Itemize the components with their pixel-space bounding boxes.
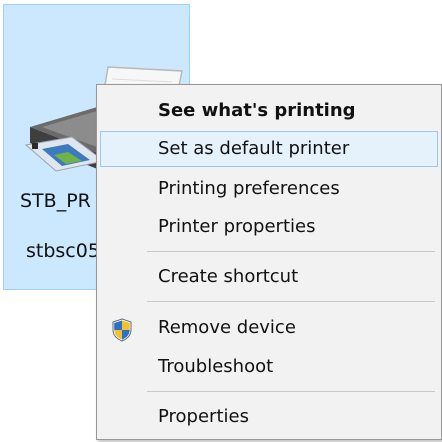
- context-menu: See what's printing Set as default print…: [96, 84, 442, 440]
- menu-item-see-whats-printing[interactable]: See what's printing: [100, 93, 438, 129]
- menu-separator: [147, 251, 435, 252]
- menu-item-printer-properties[interactable]: Printer properties: [100, 209, 438, 245]
- menu-separator: [147, 391, 435, 392]
- menu-item-set-as-default-printer[interactable]: Set as default printer: [100, 131, 438, 167]
- menu-item-remove-device[interactable]: Remove device: [100, 310, 438, 346]
- menu-item-properties[interactable]: Properties: [100, 399, 438, 435]
- menu-item-troubleshoot[interactable]: Troubleshoot: [100, 349, 438, 385]
- menu-item-printing-preferences[interactable]: Printing preferences: [100, 171, 438, 207]
- desktop-area: STB_PR c stbsc05. c. See what's printing…: [0, 0, 442, 442]
- menu-item-label: Remove device: [158, 317, 296, 338]
- menu-item-create-shortcut[interactable]: Create shortcut: [100, 259, 438, 295]
- shield-icon: [112, 318, 132, 342]
- menu-separator: [147, 301, 435, 302]
